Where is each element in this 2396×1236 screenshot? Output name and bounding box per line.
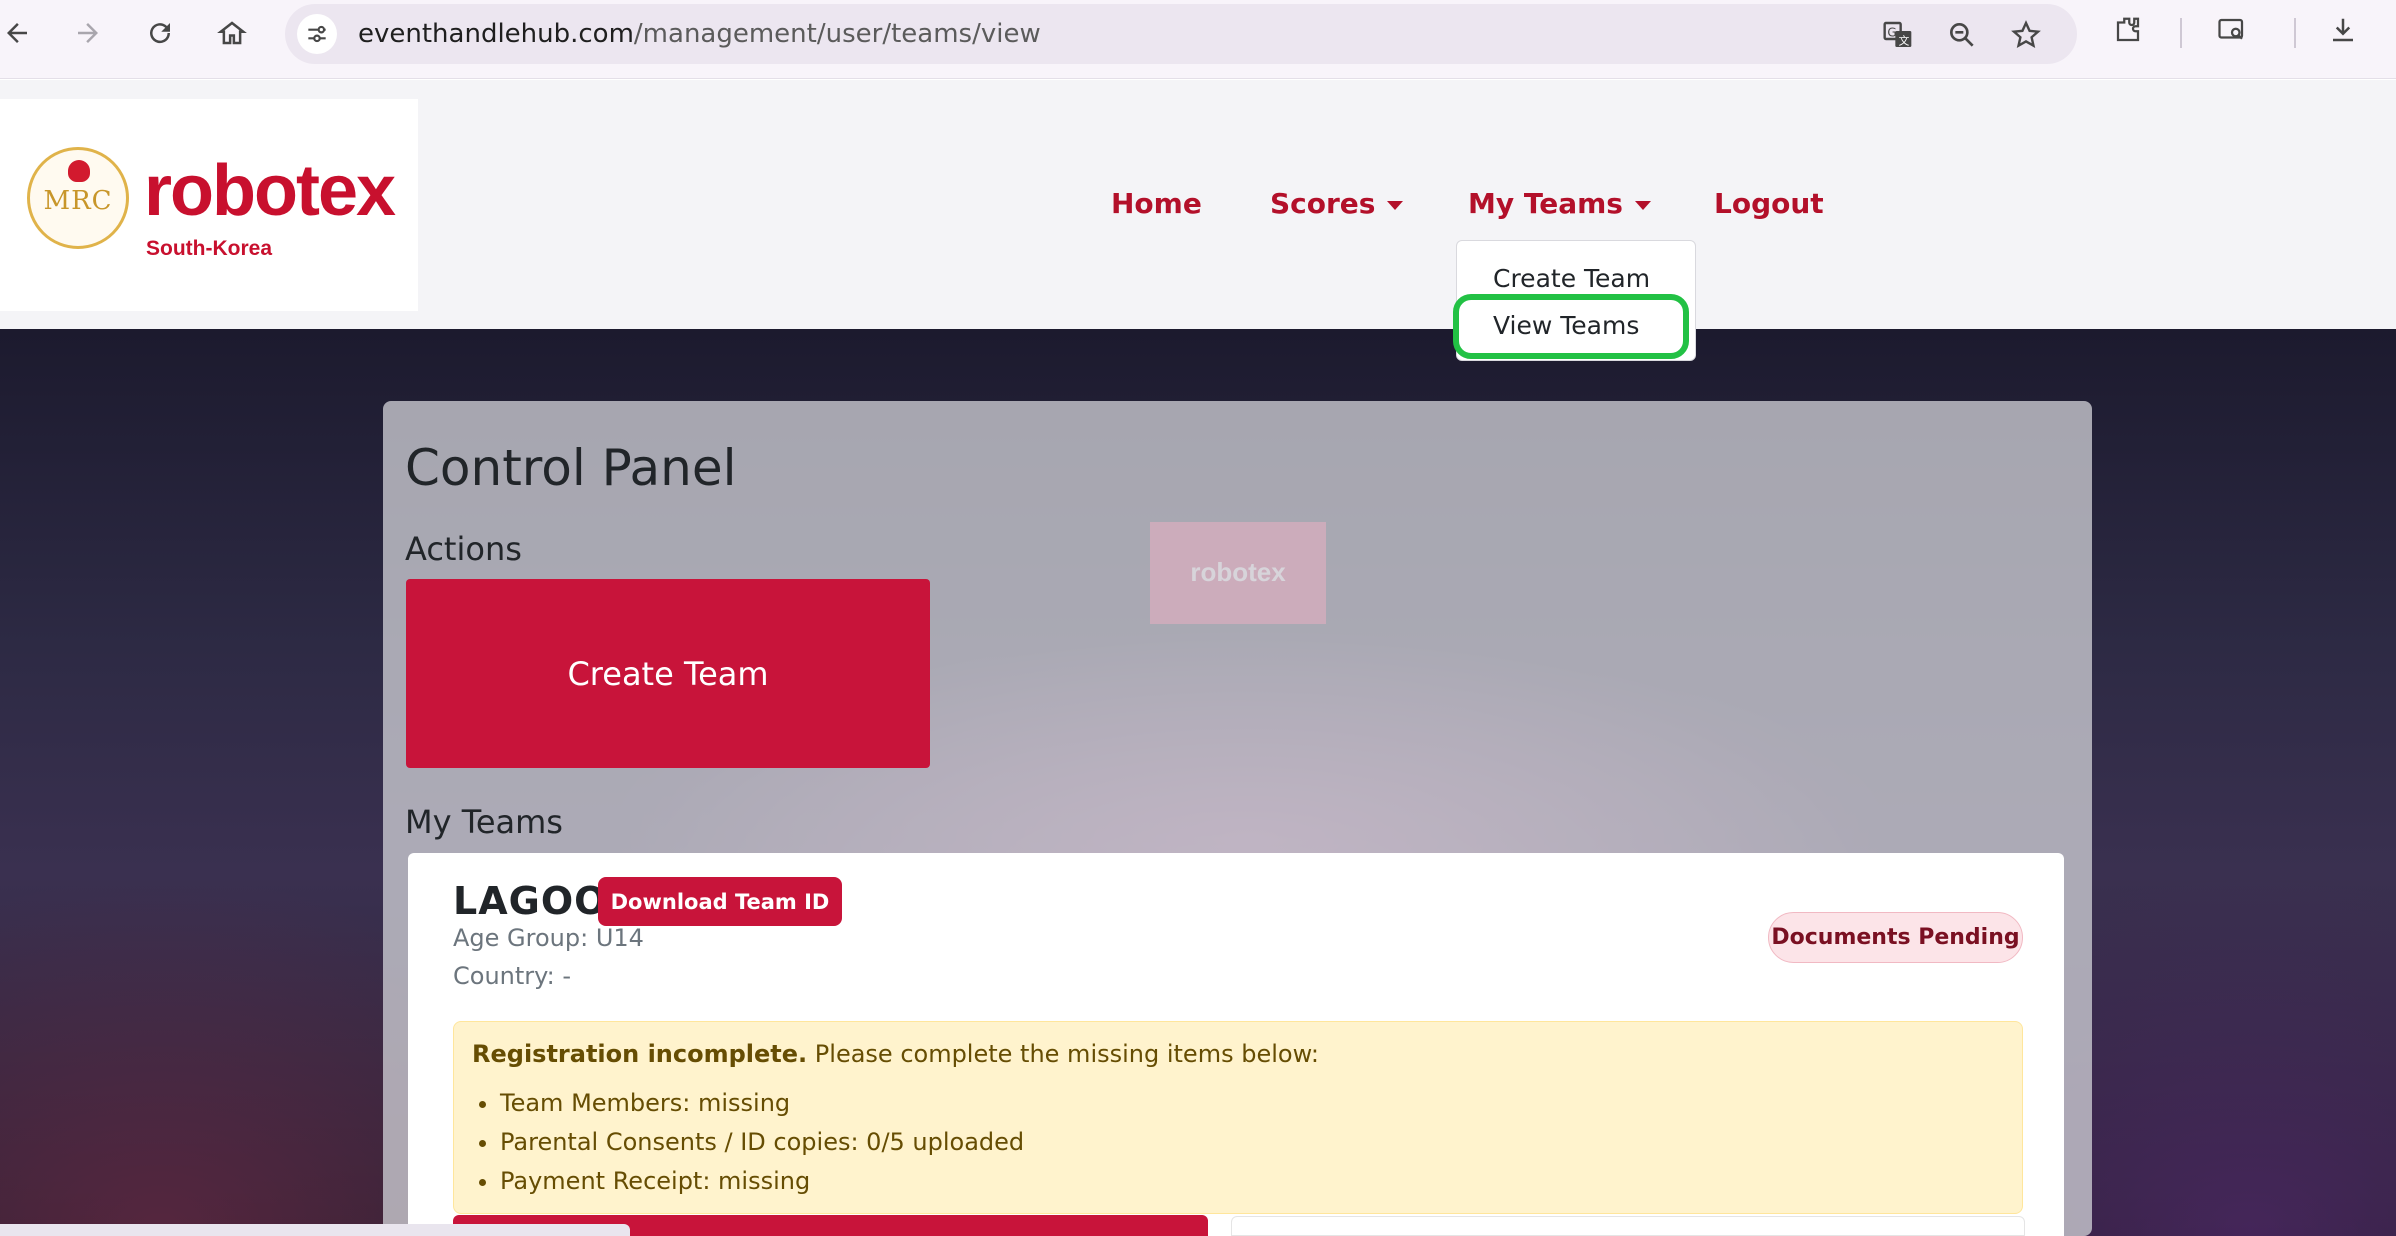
mrc-seal-logo: MRC bbox=[27, 147, 129, 249]
url-text: eventhandlehub.com/management/user/teams… bbox=[358, 19, 1041, 49]
caret-down-icon bbox=[1387, 200, 1404, 210]
nav-home[interactable]: Home bbox=[1111, 187, 1202, 220]
nav-logout[interactable]: Logout bbox=[1714, 187, 1824, 220]
url-host: eventhandlehub.com bbox=[358, 19, 634, 49]
list-item: Parental Consents / ID copies: 0/5 uploa… bbox=[500, 1123, 1024, 1162]
list-item: Team Members: missing bbox=[500, 1084, 1024, 1123]
site-logo[interactable]: MRC robotex South-Korea bbox=[0, 99, 418, 311]
toolbar-separator bbox=[2180, 18, 2182, 48]
translate-icon[interactable]: G文 bbox=[1882, 19, 1914, 51]
forward-icon bbox=[78, 23, 98, 43]
list-item: Payment Receipt: missing bbox=[500, 1162, 1024, 1201]
logo-wordmark: robotex bbox=[144, 151, 396, 231]
caret-down-icon bbox=[1634, 200, 1651, 210]
browser-toolbar: eventhandlehub.com/management/user/teams… bbox=[0, 0, 2396, 79]
missing-items-list: Team Members: missing Parental Consents … bbox=[500, 1084, 1024, 1201]
team-country: Country: - bbox=[453, 962, 571, 990]
back-button[interactable] bbox=[0, 10, 40, 56]
team-age-group: Age Group: U14 bbox=[453, 924, 644, 952]
svg-text:文: 文 bbox=[1899, 34, 1910, 47]
registration-alert: Registration incomplete. Please complete… bbox=[453, 1021, 2023, 1214]
flame-icon bbox=[68, 160, 90, 182]
logo-subtitle: South-Korea bbox=[146, 237, 272, 260]
nav-my-teams-label: My Teams bbox=[1468, 187, 1623, 220]
svg-text:G: G bbox=[1887, 25, 1896, 39]
back-icon bbox=[7, 23, 27, 43]
zoom-icon[interactable] bbox=[1946, 19, 1978, 51]
site-info-button[interactable] bbox=[297, 14, 337, 54]
nav-my-teams[interactable]: My Teams bbox=[1468, 187, 1651, 220]
toolbar-separator bbox=[2294, 18, 2296, 48]
seal-text: MRC bbox=[43, 186, 113, 216]
forward-button[interactable] bbox=[65, 10, 111, 56]
reload-button[interactable] bbox=[137, 10, 183, 56]
create-team-button[interactable]: Create Team bbox=[406, 579, 930, 768]
home-icon bbox=[217, 21, 247, 45]
page-title: Control Panel bbox=[405, 439, 737, 497]
reload-icon bbox=[150, 23, 171, 44]
alert-heading-bold: Registration incomplete. bbox=[472, 1040, 808, 1068]
address-bar[interactable]: eventhandlehub.com/management/user/teams… bbox=[285, 4, 2077, 64]
team-secondary-panel bbox=[1231, 1216, 2025, 1236]
site-header: MRC robotex South-Korea Home Scores My T… bbox=[0, 80, 2396, 329]
highlight-ring bbox=[1453, 294, 1689, 359]
team-card: LAGOON Download Team ID Age Group: U14 C… bbox=[408, 853, 2064, 1236]
site-info-icon bbox=[308, 25, 326, 43]
star-icon[interactable] bbox=[2010, 19, 2042, 51]
download-team-id-button[interactable]: Download Team ID bbox=[598, 877, 842, 926]
actions-heading: Actions bbox=[405, 530, 522, 568]
url-path: /management/user/teams/view bbox=[633, 19, 1041, 49]
alert-heading-text: Please complete the missing items below: bbox=[807, 1040, 1319, 1068]
download-icon[interactable] bbox=[2328, 15, 2358, 45]
tab-search-icon[interactable] bbox=[2217, 15, 2247, 45]
status-badge: Documents Pending bbox=[1768, 912, 2023, 963]
extensions-icon[interactable] bbox=[2113, 15, 2143, 45]
control-panel: Control Panel Actions Create Team My Tea… bbox=[383, 401, 2092, 1236]
nav-scores[interactable]: Scores bbox=[1270, 187, 1404, 220]
home-button[interactable] bbox=[209, 10, 255, 56]
alert-heading: Registration incomplete. Please complete… bbox=[472, 1040, 1319, 1068]
my-teams-heading: My Teams bbox=[405, 803, 563, 841]
dropdown-create-team[interactable]: Create Team bbox=[1493, 264, 1650, 293]
browser-status-bubble bbox=[0, 1224, 630, 1236]
nav-scores-label: Scores bbox=[1270, 187, 1376, 220]
